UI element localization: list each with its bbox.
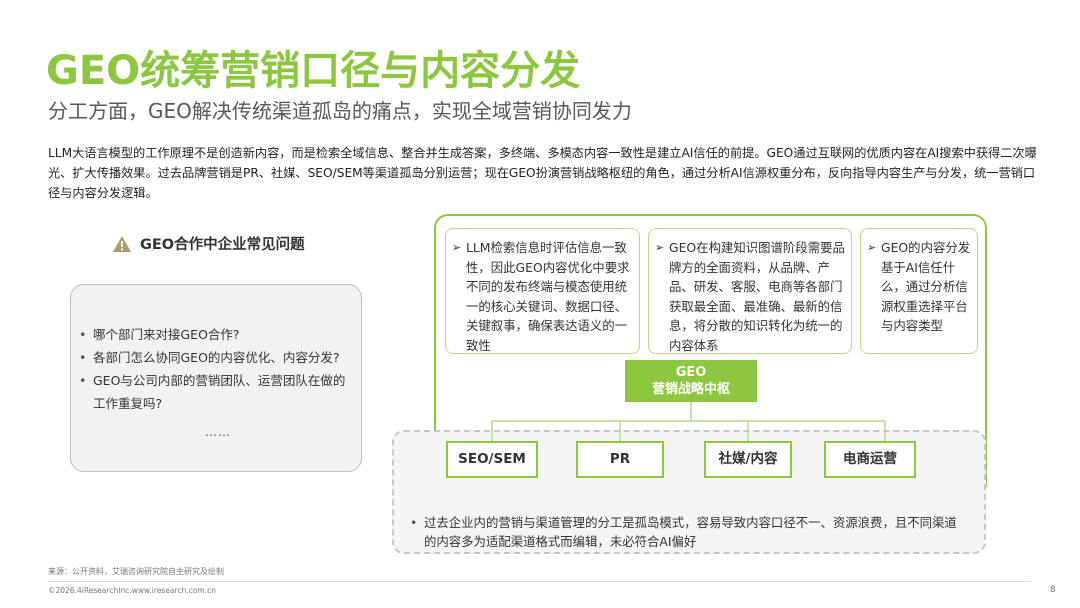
faq-item: 哪个部门来对接GEO合作? (79, 323, 356, 346)
silo-note-text: 过去企业内的营销与渠道管理的分工是孤岛模式，容易导致内容口径不一、资源浪费，且不… (424, 515, 957, 549)
hub-line-2: 营销战略中枢 (651, 382, 730, 397)
page-number: 8 (1050, 585, 1056, 595)
source-note: 来源：公开资料，艾瑞咨询研究院自主研究及绘制 (48, 567, 224, 576)
arrow-bullet-icon: ➢ (867, 241, 877, 254)
channel-seo-sem: SEO/SEM (446, 441, 538, 478)
card-text: GEO在构建知识图谱阶段需要品牌方的全面资料，从品牌、产品、研发、客服、电商等各… (669, 240, 845, 353)
geo-role-card-knowledge-graph: ➢ GEO在构建知识图谱阶段需要品牌方的全面资料，从品牌、产品、研发、客服、电商… (648, 228, 852, 354)
geo-role-card-consistency: ➢ LLM检索信息时评估信息一致性，因此GEO内容优化中要求不同的发布终端与模态… (445, 228, 640, 354)
geo-hub-box: GEO 营销战略中枢 (625, 360, 757, 402)
intro-paragraph: LLM大语言模型的工作原理不是创造新内容，而是检索全域信息、整合并生成答案，多终… (48, 146, 1037, 200)
geo-role-card-distribution: ➢ GEO的内容分发基于AI信任什么，通过分析信源权重选择平台与内容类型 (860, 228, 978, 354)
copyright: ©2026.4iResearchInc.www.iresearch.com.cn (48, 586, 216, 595)
faq-list: 哪个部门来对接GEO合作? 各部门怎么协同GEO的内容优化、内容分发? GEO与… (79, 323, 356, 415)
faq-heading: GEO合作中企业常见问题 (112, 233, 305, 254)
hub-line-1: GEO (675, 365, 707, 380)
warning-icon (113, 235, 131, 252)
card-text: LLM检索信息时评估信息一致性，因此GEO内容优化中要求不同的发布终端与模态使用… (466, 240, 630, 353)
footer-divider (48, 581, 1031, 582)
channel-social-content: 社媒/内容 (704, 441, 792, 478)
page-title: GEO统筹营销口径与内容分发 (46, 48, 581, 94)
bullet-icon: • (410, 515, 418, 530)
page-subtitle: 分工方面，GEO解决传统渠道孤岛的痛点，实现全域营销协同发力 (48, 99, 632, 123)
faq-item: GEO与公司内部的营销团队、运营团队在做的工作重复吗? (79, 369, 356, 415)
arrow-bullet-icon: ➢ (452, 241, 462, 254)
channel-ecommerce: 电商运营 (824, 441, 916, 478)
faq-box: 哪个部门来对接GEO合作? 各部门怎么协同GEO的内容优化、内容分发? GEO与… (70, 284, 362, 472)
arrow-bullet-icon: ➢ (655, 241, 665, 254)
card-text: GEO的内容分发基于AI信任什么，通过分析信源权重选择平台与内容类型 (881, 240, 971, 333)
faq-item: 各部门怎么协同GEO的内容优化、内容分发? (79, 346, 356, 369)
faq-ellipsis: …… (205, 425, 231, 439)
channel-pr: PR (576, 441, 664, 478)
faq-title: GEO合作中企业常见问题 (140, 237, 305, 253)
